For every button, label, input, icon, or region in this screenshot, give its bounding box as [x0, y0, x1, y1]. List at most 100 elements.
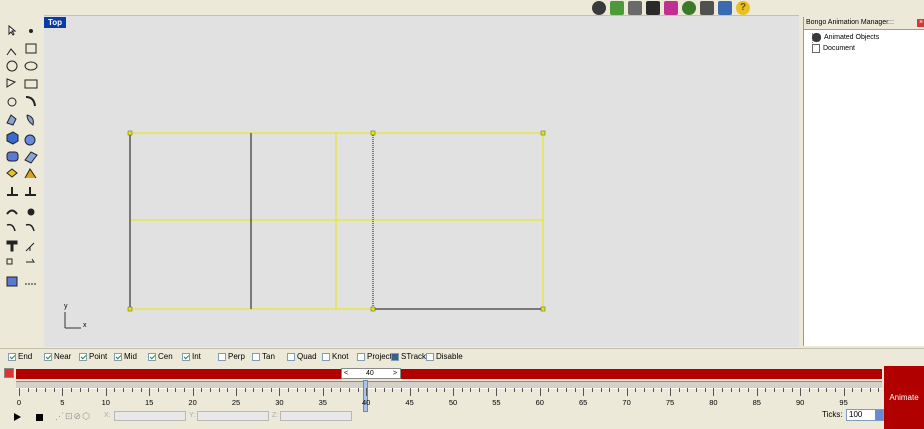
ruler-tick	[713, 388, 715, 396]
camera-icon[interactable]	[700, 1, 714, 15]
point-icon	[29, 29, 33, 33]
snap-tan[interactable]: Tan	[252, 352, 275, 362]
circle-icon	[6, 60, 18, 72]
stop-icon[interactable]	[36, 414, 43, 421]
ticks-spinner-icon[interactable]	[875, 410, 883, 420]
ruler-tick	[513, 388, 515, 392]
snap-knot[interactable]: Knot	[322, 352, 348, 362]
box-icon	[6, 131, 19, 145]
ruler-tick	[400, 388, 402, 392]
ruler-tick	[279, 388, 281, 396]
ruler-label: 40	[362, 398, 371, 407]
ruler-tick	[479, 388, 481, 392]
ruler-tick	[635, 388, 637, 392]
ruler-tick	[296, 388, 298, 392]
next-frame-button[interactable]: >	[393, 369, 397, 379]
ruler-tick	[817, 388, 819, 392]
path-tool-icon[interactable]	[628, 1, 642, 15]
top-viewport[interactable]: Top y x	[44, 15, 799, 347]
prev-frame-button[interactable]: <	[344, 369, 348, 379]
snap-knot-checkbox[interactable]	[322, 353, 330, 361]
snap-int[interactable]: Int	[182, 352, 201, 362]
ruler-tick	[426, 388, 428, 392]
snap-near-checkbox[interactable]	[44, 353, 52, 361]
axis-x-label: x	[83, 322, 87, 329]
ruler-tick	[314, 388, 316, 392]
tree-item-animated-objects[interactable]: Animated Objects	[812, 32, 879, 43]
ruler-tick	[782, 388, 784, 392]
control-points-icon	[25, 43, 37, 54]
film-strip-icon[interactable]	[664, 1, 678, 15]
snap-quad[interactable]: Quad	[287, 352, 317, 362]
ruler-tick	[826, 388, 828, 392]
graph-editor-icon[interactable]	[646, 1, 660, 15]
ruler-tick	[288, 388, 290, 392]
panel-close-button[interactable]: ×	[917, 19, 924, 27]
panel-header: Bongo Animation Manager :::::::: ×	[804, 17, 924, 29]
snap-point-checkbox[interactable]	[79, 353, 87, 361]
snap-disable-checkbox[interactable]	[426, 353, 434, 361]
snap-near[interactable]: Near	[44, 352, 71, 362]
ruler-tick	[609, 388, 611, 392]
ruler-tick	[36, 388, 38, 392]
coord-y-label: Y:	[189, 412, 196, 419]
coord-z-label: Z:	[272, 412, 279, 419]
bike-icon[interactable]	[682, 1, 696, 15]
help-icon[interactable]: ?	[736, 1, 750, 15]
sphere-icon	[24, 134, 36, 146]
stopwatch-icon[interactable]	[592, 1, 606, 15]
ruler-tick	[27, 388, 29, 392]
command-icons	[6, 24, 38, 287]
keyframe-tool-icon[interactable]	[610, 1, 624, 15]
ruler-tick	[227, 388, 229, 392]
animate-button[interactable]: Animate	[884, 366, 924, 429]
ruler-tick	[591, 388, 593, 392]
timeline-close-icon[interactable]	[4, 368, 14, 378]
layer-icon	[6, 276, 18, 287]
ruler-label: 60	[535, 398, 544, 407]
snap-int-checkbox[interactable]	[182, 353, 190, 361]
snap-cen-checkbox[interactable]	[148, 353, 156, 361]
ruler-tick	[557, 388, 559, 392]
ticks-input[interactable]: 100	[846, 409, 884, 421]
snap-mid-checkbox[interactable]	[114, 353, 122, 361]
ruler-tick	[157, 388, 159, 392]
ruler-label: 50	[448, 398, 458, 407]
frame-spinner[interactable]: < 40 >	[341, 368, 401, 379]
snap-project[interactable]: Project	[357, 352, 392, 362]
snap-disable[interactable]: Disable	[426, 352, 463, 362]
ruler-tick	[105, 388, 107, 396]
ruler-label: 5	[60, 398, 65, 407]
play-icon[interactable]	[14, 413, 21, 421]
snap-strack[interactable]: STrack	[391, 352, 426, 362]
ellipse-icon	[24, 61, 38, 71]
current-frame-value[interactable]: 40	[366, 369, 374, 379]
ruler-tick	[253, 388, 255, 392]
tree-view: Animated Objects Document	[804, 29, 924, 347]
rectangle-icon	[24, 79, 38, 89]
snap-point[interactable]: Point	[79, 352, 107, 362]
osnap-bar: End Near Point Mid Cen Int Perp Tan Quad…	[0, 348, 924, 366]
ruler-tick	[340, 388, 342, 392]
ruler-tick	[496, 388, 498, 396]
snap-mid[interactable]: Mid	[114, 352, 137, 362]
grip-handle[interactable]: ::::::::	[886, 17, 914, 29]
ticks-label: Ticks:	[822, 410, 843, 419]
snap-cen[interactable]: Cen	[148, 352, 173, 362]
snap-perp-checkbox[interactable]	[218, 353, 226, 361]
snap-tan-checkbox[interactable]	[252, 353, 260, 361]
timeline-range-bar[interactable]	[16, 369, 882, 379]
ruler-tick	[808, 388, 810, 392]
snap-end-checkbox[interactable]	[8, 353, 16, 361]
animated-objects-icon	[812, 33, 821, 42]
ruler-tick	[574, 388, 576, 392]
snap-perp[interactable]: Perp	[218, 352, 245, 362]
skeleton-icon[interactable]	[718, 1, 732, 15]
ruler-tick	[678, 388, 680, 392]
snap-project-checkbox[interactable]	[357, 353, 365, 361]
snap-quad-checkbox[interactable]	[287, 353, 295, 361]
ruler-tick	[305, 388, 307, 392]
snap-strack-checkbox[interactable]	[391, 353, 399, 361]
snap-end[interactable]: End	[8, 352, 32, 362]
tree-item-document[interactable]: Document	[812, 43, 855, 54]
